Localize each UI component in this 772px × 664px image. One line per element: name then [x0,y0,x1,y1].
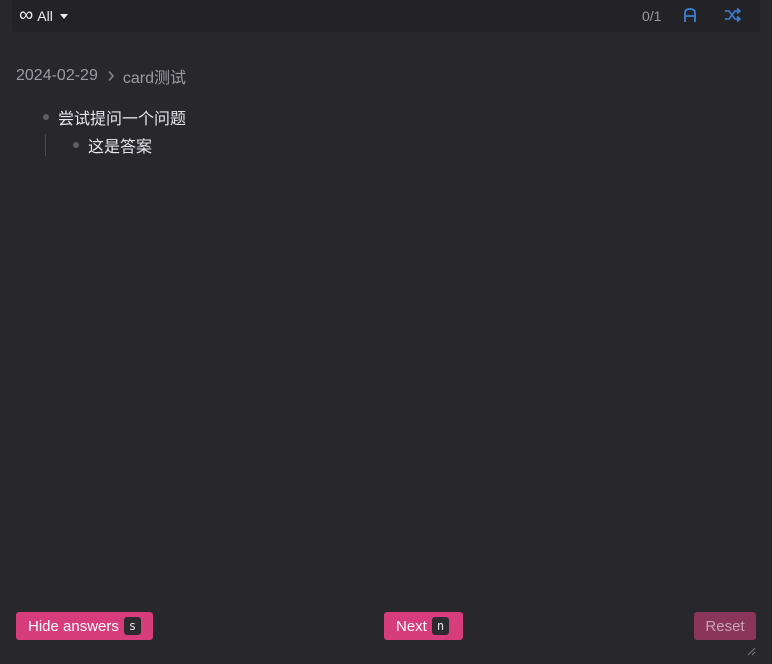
a-letter-icon [684,8,696,22]
filter-label: All [37,8,53,24]
question-text[interactable]: 尝试提问一个问题 [58,105,186,129]
next-button[interactable]: Next n [384,612,463,640]
next-label: Next [396,617,427,635]
caret-down-icon [59,13,68,19]
shuffle-button[interactable] [722,4,744,26]
answer-row[interactable]: 这是答案 [70,134,186,156]
card-block: 尝试提问一个问题 这是答案 [40,106,186,156]
chevron-right-icon [107,70,115,82]
filter-dropdown[interactable]: ∞ All [19,4,68,26]
toolbar: ∞ All 0/1 [12,0,760,32]
shuffle-icon [725,7,742,23]
bullet-icon[interactable] [43,114,49,120]
breadcrumb-item-date[interactable]: 2024-02-29 [16,67,98,85]
breadcrumb-item-page[interactable]: card测试 [123,64,186,88]
shortcut-key-n: n [431,617,450,635]
breadcrumb: 2024-02-29 card测试 [16,64,186,88]
hide-answers-button[interactable]: Hide answers s [16,612,153,640]
reset-label: Reset [705,617,745,635]
answer-text[interactable]: 这是答案 [88,133,152,157]
font-toggle-button[interactable] [679,4,701,26]
card-counter: 0/1 [642,8,662,24]
reset-button[interactable]: Reset [694,612,756,640]
children-container: 这是答案 [45,134,186,156]
bullet-icon[interactable] [73,142,79,148]
question-row[interactable]: 尝试提问一个问题 [40,106,186,128]
infinity-icon: ∞ [19,4,34,26]
hide-answers-label: Hide answers [28,617,119,635]
shortcut-key-s: s [123,617,142,635]
resize-handle-icon[interactable] [746,646,756,656]
